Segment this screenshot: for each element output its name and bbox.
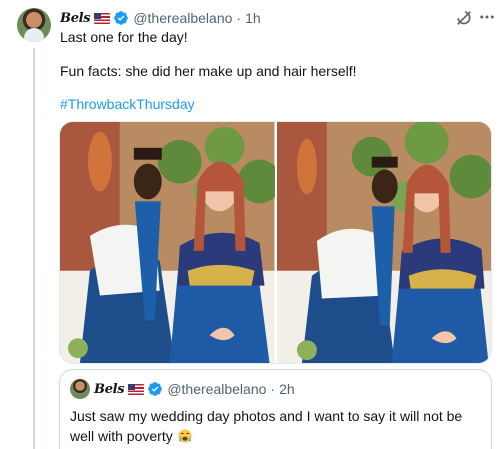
quoted-avatar	[70, 379, 90, 399]
quoted-handle: @therealbelano	[167, 381, 267, 397]
photo-right[interactable]	[276, 122, 492, 363]
verified-badge-icon[interactable]	[113, 10, 129, 26]
tweet-header: Bels @therealbelano · 1h	[60, 9, 261, 27]
separator-dot: ·	[270, 381, 276, 397]
more-icon[interactable]	[478, 8, 496, 28]
tweet-text-line: Fun facts: she did her make up and hair …	[60, 63, 357, 79]
quoted-display-name: Bels	[94, 381, 125, 397]
quoted-timestamp: 2h	[279, 381, 295, 397]
tweet-text-line: Last one for the day!	[60, 29, 188, 45]
thread-line	[33, 48, 35, 449]
us-flag-icon	[94, 12, 111, 24]
quoted-tweet[interactable]: Bels @therealbelano · 2h Just saw my wed…	[59, 369, 492, 449]
hashtag-link[interactable]: #ThrowbackThursday	[60, 95, 195, 113]
handle[interactable]: @therealbelano	[133, 10, 232, 26]
photo-left[interactable]	[60, 122, 275, 363]
grok-icon[interactable]	[454, 8, 474, 28]
crying-face-emoji-icon	[177, 429, 192, 443]
tweet[interactable]: Bels @therealbelano · 1h Last one for th…	[0, 0, 500, 449]
quoted-header: Bels @therealbelano · 2h	[94, 380, 295, 398]
display-name[interactable]: Bels	[60, 11, 91, 26]
media-grid	[59, 121, 492, 364]
separator-dot: ·	[236, 10, 242, 26]
avatar[interactable]	[17, 8, 51, 42]
quoted-text: Just saw my wedding day photos and I wan…	[70, 408, 463, 444]
verified-badge-icon	[148, 382, 163, 396]
quoted-text-container: Just saw my wedding day photos and I wan…	[70, 406, 485, 446]
us-flag-icon	[128, 383, 145, 395]
timestamp[interactable]: 1h	[245, 10, 261, 26]
